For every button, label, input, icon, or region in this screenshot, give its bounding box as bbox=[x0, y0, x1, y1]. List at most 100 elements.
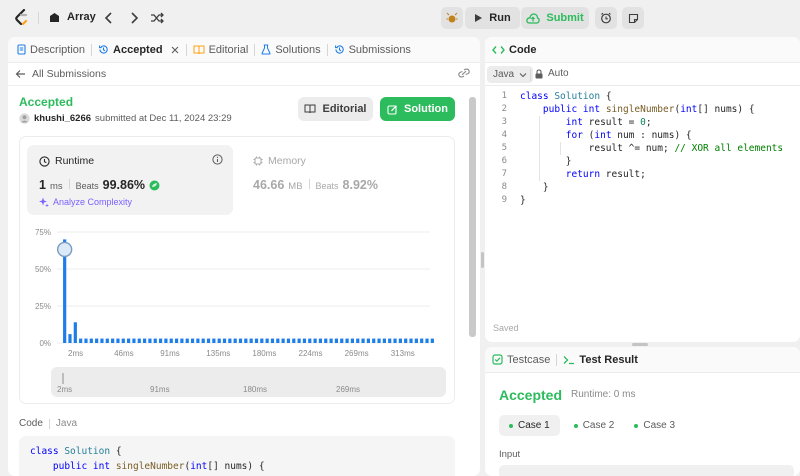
leaf-badge-icon bbox=[149, 180, 160, 190]
submitted-code-block: class Solution { public int singleNumber… bbox=[19, 436, 455, 476]
histogram-bar bbox=[89, 338, 93, 343]
auto-mode-toggle[interactable]: Auto bbox=[535, 68, 569, 79]
logo-icon[interactable] bbox=[14, 9, 30, 27]
next-problem-icon[interactable] bbox=[129, 11, 139, 25]
code-token: } bbox=[520, 156, 572, 167]
x-tick-label: 46ms bbox=[114, 349, 134, 358]
left-tab-bar: Description Accepted Editorial Solutions… bbox=[8, 37, 480, 63]
histogram-bar bbox=[249, 338, 253, 343]
all-submissions-link[interactable]: All Submissions bbox=[15, 66, 106, 82]
x-tick-label: 91ms bbox=[160, 349, 180, 358]
histogram-bar bbox=[244, 338, 248, 343]
pass-dot-icon bbox=[573, 423, 578, 428]
tab-testcase[interactable]: Testcase bbox=[485, 347, 556, 373]
histogram-bar bbox=[121, 338, 125, 343]
histogram-bar bbox=[302, 338, 307, 343]
left-scrollbar[interactable] bbox=[469, 97, 476, 337]
range-overview[interactable]: 2ms 91ms 180ms 269ms bbox=[51, 367, 446, 397]
run-button[interactable]: Run bbox=[465, 7, 520, 29]
list-icon bbox=[50, 12, 59, 22]
histogram-bar bbox=[196, 338, 200, 343]
username-link[interactable]: khushi_6266 bbox=[34, 113, 91, 124]
histogram-bar bbox=[356, 338, 360, 343]
histogram-bar bbox=[372, 338, 376, 343]
checkbox-icon bbox=[492, 354, 503, 365]
case-tab-3[interactable]: Case 3 bbox=[628, 415, 681, 436]
histogram-bar bbox=[95, 338, 99, 343]
code-token: result = bbox=[588, 117, 641, 128]
runtime-card[interactable]: Runtime 1 ms Beats 99.86% Analyze Comple… bbox=[27, 145, 233, 215]
language-value: Java bbox=[493, 69, 515, 80]
histogram-bar bbox=[276, 338, 280, 343]
editorial-button[interactable]: Editorial bbox=[298, 97, 373, 121]
case-tab-3-label: Case 3 bbox=[643, 420, 676, 431]
problem-list-button[interactable]: Array bbox=[49, 11, 96, 23]
shuffle-icon[interactable] bbox=[150, 11, 164, 25]
tab-testcase-label: Testcase bbox=[507, 353, 551, 366]
histogram-bar bbox=[201, 338, 205, 343]
code-token: { bbox=[600, 91, 612, 102]
histogram-bar bbox=[185, 338, 189, 343]
book-icon bbox=[193, 45, 205, 54]
memory-values: 46.66 MB Beats 8.92% bbox=[253, 178, 378, 192]
submit-button[interactable]: Submit bbox=[521, 7, 589, 29]
x-tick-label: 313ms bbox=[391, 349, 415, 358]
tab-solutions[interactable]: Solutions bbox=[255, 37, 326, 63]
case-tab-2[interactable]: Case 2 bbox=[568, 415, 621, 436]
submit-label: Submit bbox=[546, 12, 584, 24]
runtime-distribution-chart[interactable]: 75% 50% 25% 0% 2ms 46ms 91ms 135ms 180ms 224ms 269… bbox=[20, 223, 456, 361]
tab-description[interactable]: Description bbox=[8, 37, 91, 63]
horizontal-resizer[interactable] bbox=[632, 343, 648, 346]
line-number: 3 bbox=[501, 117, 507, 127]
info-icon[interactable] bbox=[212, 154, 223, 165]
vertical-resizer[interactable] bbox=[481, 252, 484, 268]
notes-button[interactable] bbox=[622, 7, 644, 29]
histogram-bar bbox=[324, 338, 328, 343]
tab-code-label: Code bbox=[509, 43, 537, 56]
histogram-bar bbox=[100, 338, 104, 343]
histogram-bar bbox=[206, 338, 211, 343]
histogram-bar bbox=[361, 338, 365, 343]
histogram-bar bbox=[260, 338, 264, 343]
your-submission-marker bbox=[56, 241, 73, 258]
tab-accepted[interactable]: Accepted bbox=[92, 37, 186, 63]
overview-tick-label: 269ms bbox=[336, 385, 361, 394]
chip-icon bbox=[253, 156, 263, 166]
test-result-status: Accepted bbox=[499, 387, 563, 403]
share-link-icon[interactable] bbox=[457, 67, 471, 79]
line-number: 1 bbox=[501, 91, 507, 101]
memory-header[interactable]: Memory bbox=[253, 155, 306, 167]
prev-problem-icon[interactable] bbox=[104, 11, 114, 25]
histogram-bar bbox=[382, 338, 386, 343]
tab-solutions-label: Solutions bbox=[275, 43, 321, 56]
histogram-bar bbox=[148, 338, 152, 343]
debug-button[interactable] bbox=[441, 7, 463, 29]
timer-button[interactable] bbox=[595, 7, 617, 29]
submitted-text: submitted at Dec 11, 2024 23:29 bbox=[95, 113, 232, 124]
range-handle[interactable] bbox=[62, 373, 64, 384]
case-tab-1[interactable]: Case 1 bbox=[499, 415, 560, 436]
avatar[interactable] bbox=[19, 113, 30, 124]
code-line: for (int num : nums) { bbox=[520, 129, 692, 142]
histogram-bar bbox=[265, 338, 269, 343]
code-line: class Solution { bbox=[30, 445, 122, 458]
code-token: num : nums) { bbox=[617, 130, 692, 141]
language-select[interactable]: Java bbox=[487, 66, 534, 83]
solution-button[interactable]: Solution bbox=[380, 97, 455, 121]
code-token: for bbox=[520, 130, 589, 141]
histogram-bar bbox=[190, 338, 195, 343]
case-tab-1-label: Case 1 bbox=[518, 420, 550, 431]
analyze-complexity-link[interactable]: Analyze Complexity bbox=[39, 197, 132, 207]
histogram-bar bbox=[180, 338, 184, 343]
histogram-bar bbox=[233, 338, 237, 343]
tab-code[interactable]: Code bbox=[485, 37, 543, 63]
tab-editorial[interactable]: Editorial bbox=[187, 37, 255, 63]
close-icon[interactable] bbox=[170, 45, 180, 55]
code-area[interactable]: 1 2 3 4 5 6 7 8 9 class Solution { public int si… bbox=[485, 90, 800, 230]
tab-test-result[interactable]: Test Result bbox=[557, 347, 643, 373]
runtime-title: Runtime bbox=[55, 155, 95, 167]
flask-icon bbox=[261, 44, 271, 55]
tab-submissions[interactable]: Submissions bbox=[328, 37, 417, 63]
code-token: public bbox=[30, 461, 93, 472]
tab-editorial-label: Editorial bbox=[208, 43, 249, 56]
